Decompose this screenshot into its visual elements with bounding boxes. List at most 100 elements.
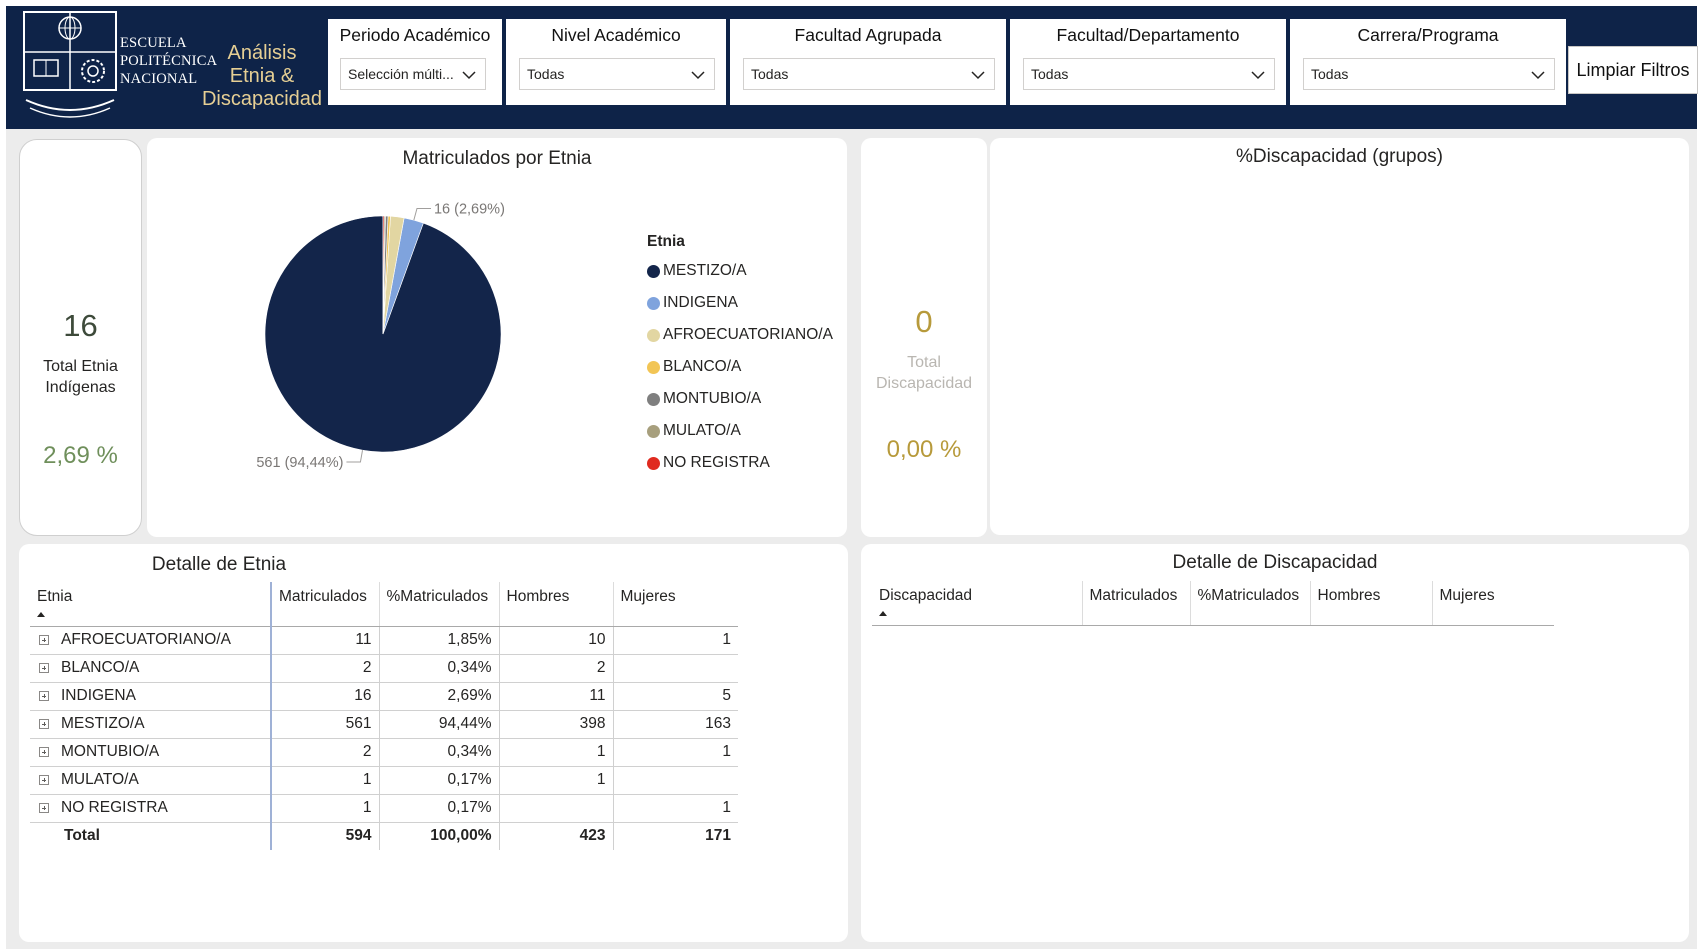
cell-pct-matriculados: 0,34% (378, 738, 499, 767)
legend-item-montubio[interactable]: MONTUBIO/A (647, 383, 833, 415)
filter-facultad-agrupada: Facultad Agrupada Todas (730, 19, 1006, 105)
table-row[interactable]: INDIGENA 16 2,69% 11 5 (30, 682, 738, 711)
cell-mujeres: 1 (612, 626, 738, 655)
cell-matriculados: 2 (270, 654, 379, 683)
column-header-mujeres[interactable]: Mujeres (612, 582, 738, 627)
total-hombres: 423 (498, 822, 613, 850)
chart-title: %Discapacidad (grupos) (1236, 146, 1443, 167)
table-header-row: Etnia Matriculados %Matriculados Hombres… (30, 582, 738, 627)
kpi-etnia-label-line-1: Total Etnia (43, 358, 118, 375)
sort-ascending-icon (37, 612, 45, 617)
cell-pct-matriculados: 2,69% (378, 682, 499, 711)
legend-item-blanco[interactable]: BLANCO/A (647, 351, 833, 383)
legend-item-afroecuatoriano[interactable]: AFROECUATORIANO/A (647, 319, 833, 351)
cell-etnia-label: AFROECUATORIANO/A (61, 631, 231, 648)
filter-dropdown-nivel[interactable]: Todas (519, 58, 715, 90)
cell-etnia: BLANCO/A (30, 654, 272, 683)
expand-plus-icon[interactable] (39, 803, 49, 813)
cell-etnia: INDIGENA (30, 682, 272, 711)
report-header: ESCUELA POLITÉCNICA NACIONAL Análisis Et… (6, 6, 1698, 129)
cell-mujeres (612, 766, 738, 795)
filter-carrera-programa: Carrera/Programa Todas (1290, 19, 1566, 105)
chevron-down-icon (462, 71, 476, 80)
pie-data-label: 561 (94,44%) (256, 455, 343, 471)
filter-title: Periodo Académico (339, 25, 491, 45)
column-header-hombres[interactable]: Hombres (498, 582, 613, 627)
kpi-card-discapacidad: 0 Total Discapacidad 0,00 % (861, 138, 987, 537)
cell-etnia: MULATO/A (30, 766, 272, 795)
column-header-matriculados[interactable]: Matriculados (1081, 581, 1190, 626)
table-row[interactable]: NO REGISTRA 1 0,17% 1 (30, 794, 738, 823)
table-row[interactable]: MULATO/A 1 0,17% 1 (30, 766, 738, 795)
expand-plus-icon[interactable] (39, 663, 49, 673)
legend-item-mestizo[interactable]: MESTIZO/A (647, 255, 833, 287)
expand-plus-icon[interactable] (39, 635, 49, 645)
cell-hombres: 1 (498, 738, 613, 767)
filter-title: Carrera/Programa (1357, 25, 1499, 45)
cell-hombres: 11 (498, 682, 613, 711)
legend-dot-icon (647, 264, 660, 278)
legend-label: INDIGENA (663, 294, 738, 311)
legend-item-indigena[interactable]: INDIGENA (647, 287, 833, 319)
filter-title: Facultad Agrupada (794, 25, 942, 45)
filter-dropdown-periodo[interactable]: Selección múlti... (340, 58, 486, 90)
cell-mujeres: 5 (612, 682, 738, 711)
filter-title: Nivel Académico (551, 25, 681, 45)
data-label-leader-line (413, 208, 431, 221)
expand-plus-icon[interactable] (39, 775, 49, 785)
cell-pct-matriculados: 94,44% (378, 710, 499, 739)
table-row[interactable]: BLANCO/A 2 0,34% 2 (30, 654, 738, 683)
legend-dot-icon (647, 328, 660, 342)
kpi-disc-label-line-1: Total (907, 354, 941, 371)
cell-pct-matriculados: 0,17% (378, 766, 499, 795)
cell-etnia: AFROECUATORIANO/A (30, 626, 272, 655)
cell-hombres (498, 794, 613, 823)
expand-plus-icon[interactable] (39, 719, 49, 729)
legend-title: Etnia (647, 233, 685, 250)
app-title: Análisis Etnia & Discapacidad (192, 42, 332, 111)
discapacidad-table: Discapacidad Matriculados %Matriculados … (872, 581, 1554, 626)
column-header-hombres[interactable]: Hombres (1309, 581, 1432, 626)
cell-mujeres: 1 (612, 738, 738, 767)
filter-selected-value: Todas (527, 66, 565, 82)
table-total-row: Total 594 100,00% 423 171 (30, 822, 738, 850)
filter-dropdown-carrera[interactable]: Todas (1303, 58, 1555, 90)
data-label-leader-line (346, 450, 364, 463)
legend-label: MULATO/A (663, 422, 741, 439)
legend-dot-icon (647, 296, 660, 310)
cell-pct-matriculados: 0,34% (378, 654, 499, 683)
expand-plus-icon[interactable] (39, 747, 49, 757)
university-seal-logo (23, 11, 117, 118)
legend-label: NO REGISTRA (663, 454, 770, 471)
expand-plus-icon[interactable] (39, 691, 49, 701)
legend-dot-icon (647, 360, 660, 374)
sort-ascending-icon (879, 611, 887, 616)
legend-item-mulato[interactable]: MULATO/A (647, 415, 833, 447)
app-title-line-3: Discapacidad (201, 88, 323, 110)
column-header-pct-matriculados[interactable]: %Matriculados (1189, 581, 1310, 626)
legend-dot-icon (647, 424, 660, 438)
chevron-down-icon (1251, 71, 1265, 80)
cell-etnia: NO REGISTRA (30, 794, 272, 823)
legend-item-no-registra[interactable]: NO REGISTRA (647, 447, 833, 479)
column-header-discapacidad[interactable]: Discapacidad (872, 581, 1082, 626)
column-header-pct-matriculados[interactable]: %Matriculados (378, 582, 499, 627)
clear-filters-button[interactable]: Limpiar Filtros (1568, 46, 1698, 94)
table-row[interactable]: MESTIZO/A 561 94,44% 398 163 (30, 710, 738, 739)
filter-periodo-academico: Periodo Académico Selección múlti... (328, 19, 502, 105)
filter-dropdown-facultad-agrupada[interactable]: Todas (743, 58, 995, 90)
etnia-table: Etnia Matriculados %Matriculados Hombres… (30, 582, 738, 850)
column-header-etnia[interactable]: Etnia (30, 582, 272, 627)
column-header-mujeres[interactable]: Mujeres (1431, 581, 1554, 626)
cell-etnia: MONTUBIO/A (30, 738, 272, 767)
table-row[interactable]: AFROECUATORIANO/A 11 1,85% 10 1 (30, 626, 738, 655)
cell-matriculados: 2 (270, 738, 379, 767)
table-row[interactable]: MONTUBIO/A 2 0,34% 1 1 (30, 738, 738, 767)
filter-selected-value: Selección múlti... (348, 66, 454, 82)
column-header-matriculados[interactable]: Matriculados (270, 582, 379, 627)
table-panel-discapacidad: Detalle de Discapacidad Discapacidad Mat… (861, 544, 1689, 942)
app-title-line-1: Análisis (227, 42, 297, 64)
filter-dropdown-facultad-departamento[interactable]: Todas (1023, 58, 1275, 90)
cell-etnia: MESTIZO/A (30, 710, 272, 739)
cell-pct-matriculados: 1,85% (378, 626, 499, 655)
